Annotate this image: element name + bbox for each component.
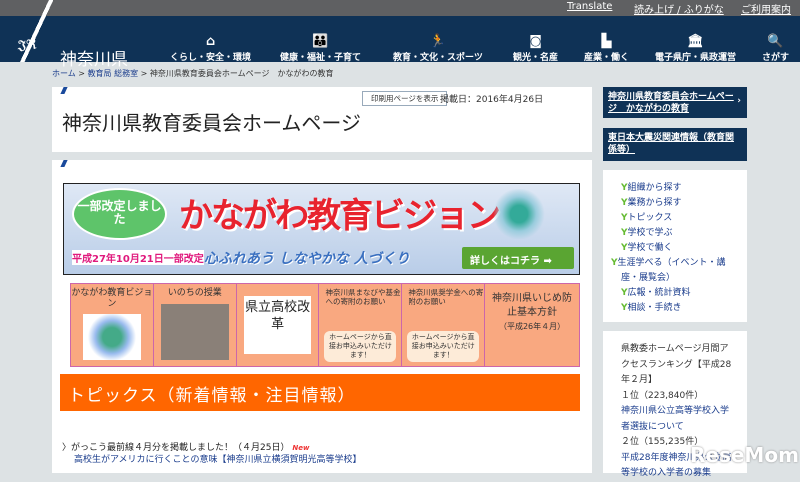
readaloud-link[interactable]: 読み上げ / ふりがな — [634, 1, 724, 16]
print-button[interactable]: 印刷用ページを表示 — [362, 91, 448, 106]
resemom-watermark: ReseMom — [690, 443, 799, 467]
tile-anti-bullying[interactable]: 神奈川県いじめ防止基本方針 （平成26年４月） — [485, 284, 579, 366]
banner-slogan: 心ふれあう しなやかな 人づくり — [204, 251, 410, 267]
banner-revised-date: 平成27年10月21日一部改定 — [72, 250, 204, 265]
runner-icon: 🏃 — [429, 34, 446, 49]
nav-tourism[interactable]: ◙ 観光・名産 — [513, 34, 558, 63]
nav-search[interactable]: 🔍 さがす — [762, 34, 789, 63]
guide-link[interactable]: ご利用案内 — [741, 1, 791, 16]
title-box: 印刷用ページを表示 掲載日：2016年4月26日 神奈川県教育委員会ホームページ — [52, 87, 592, 152]
posted-date: 掲載日：2016年4月26日 — [440, 95, 544, 105]
revised-bubble: 一部改定しました — [72, 188, 167, 240]
factory-icon: ▙ — [601, 34, 612, 49]
family-icon: 👪 — [312, 34, 329, 49]
topics-list: 〉がっこう最前線４月分を掲載しました！（４月25日） New 高校生がアメリカに… — [62, 442, 361, 466]
logo-slash-decoration — [0, 0, 60, 62]
topics-heading: トピックス（新着情報・注目情報） — [60, 374, 580, 411]
vision-banner[interactable]: 一部改定しました かながわ教育ビジョン 平成27年10月21日一部改定 心ふれあ… — [63, 183, 580, 275]
search-icon: 🔍 — [767, 34, 784, 49]
details-button[interactable]: 詳しくはコチラ ➡ — [462, 247, 574, 269]
topic-link[interactable]: 高校生がアメリカに行くことの意味【神奈川県立横須賀明光高等学校】 — [62, 455, 361, 465]
link-topics[interactable]: Yトピックス — [621, 211, 747, 226]
puzzle-illustration — [484, 189, 554, 239]
translate-link[interactable]: Translate — [567, 1, 612, 12]
link-pr[interactable]: Y広報・統計資料 — [621, 286, 747, 301]
rank1-link[interactable]: 神奈川県公立高等学校入学者選抜について — [621, 404, 736, 435]
link-work[interactable]: Y学校で働く — [621, 241, 747, 256]
arrow-right-icon: ➡ — [543, 256, 552, 267]
breadcrumb-current: 神奈川県教育委員会ホームページ かながわの教育 — [149, 69, 334, 78]
link-consult[interactable]: Y相談・手続き — [621, 301, 747, 316]
sidebar-quake-info[interactable]: 東日本大震災関連情報（教育関係等） — [603, 128, 747, 161]
link-services[interactable]: Y業務から探す — [621, 196, 747, 211]
nav-egov[interactable]: 🏛 電子県庁・県政運営 — [655, 34, 736, 63]
breadcrumb-dept[interactable]: 教育局 総務室 — [88, 69, 139, 78]
sidebar-links: Y組織から探す Y業務から探す Yトピックス Y学校で学ぶ Y学校で働く Y生涯… — [603, 170, 747, 322]
nav-living[interactable]: ⌂ くらし・安全・環境 — [170, 34, 251, 63]
nav-industry[interactable]: ▙ 産業・働く — [584, 34, 629, 63]
sidebar-current-page[interactable]: 神奈川県教育委員会ホームページ かながわの教育 › — [603, 87, 747, 118]
tile-manabiya-fund[interactable]: 神奈川県まなびや基金への寄附のお願い ホームページから直接お申込みいただけます！ — [319, 284, 403, 366]
list-item: 〉がっこう最前線４月分を掲載しました！（４月25日） New — [62, 443, 310, 453]
ranking-heading: 県教委ホームページ月間アクセスランキング【平成28年２月】 — [621, 344, 732, 385]
link-lifelong[interactable]: Y生涯学べる（イベント・講座・展覧会） — [611, 256, 731, 286]
government-icon: 🏛 — [687, 34, 704, 49]
link-organization[interactable]: Y組織から探す — [621, 181, 747, 196]
slash-decoration — [60, 160, 68, 167]
tile-life-lesson[interactable]: いのちの授業 — [153, 284, 237, 366]
tile-vision[interactable]: かながわ教育ビジョン — [71, 284, 154, 366]
slash-decoration — [60, 87, 68, 94]
breadcrumb-home[interactable]: ホーム — [52, 69, 76, 78]
brand-name[interactable]: 神奈川県 — [60, 45, 128, 70]
tile-school-reform[interactable]: 県立高校改革 — [236, 284, 320, 366]
content-box: 一部改定しました かながわ教育ビジョン 平成27年10月21日一部改定 心ふれあ… — [52, 160, 592, 473]
home-icon: ⌂ — [205, 34, 216, 49]
main-nav: 𝔍ℜ 神奈川県 ⌂くらし・安全・環境 👪健康・福祉・子育て 🏃教育・文化・スポー… — [0, 16, 800, 70]
nav-education[interactable]: 🏃 教育・文化・スポーツ — [393, 34, 483, 63]
new-badge: New — [292, 444, 310, 452]
banner-title: かながわ教育ビジョン — [179, 196, 501, 236]
chevron-right-icon: › — [737, 96, 741, 106]
link-study[interactable]: Y学校で学ぶ — [621, 226, 747, 241]
breadcrumb: ホーム > 教育局 総務室 > 神奈川県教育委員会ホームページ かながわの教育 — [52, 69, 334, 78]
tile-scholarship[interactable]: 神奈川県奨学金への寄附のお願い ホームページから直接お申込みいただけます！ — [402, 284, 486, 366]
puzzle-image — [83, 314, 141, 360]
classroom-photo — [160, 304, 229, 360]
page-title: 神奈川県教育委員会ホームページ — [62, 111, 361, 135]
feature-tiles: かながわ教育ビジョン いのちの授業 県立高校改革 神奈川県まなびや基金への寄附の… — [70, 283, 580, 367]
chevron-right-icon: 〉 — [62, 443, 72, 453]
camera-icon: ◙ — [529, 34, 542, 49]
nav-health[interactable]: 👪 健康・福祉・子育て — [280, 34, 361, 63]
utility-bar: Translate 読み上げ / ふりがな ご利用案内 — [0, 0, 800, 16]
